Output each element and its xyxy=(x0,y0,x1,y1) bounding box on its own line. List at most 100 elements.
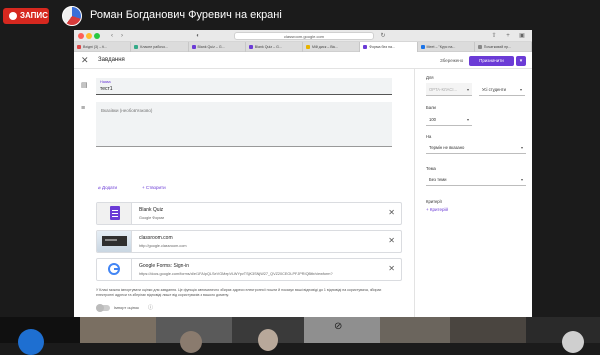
description-icon: ≡ xyxy=(81,105,86,112)
website-preview-icon xyxy=(102,236,127,246)
address-bar[interactable]: classroom.google.com xyxy=(234,32,374,40)
participant-tile[interactable] xyxy=(380,317,450,343)
title-field[interactable]: Назва тест1 xyxy=(96,78,392,95)
remove-attachment-icon[interactable]: ✕ xyxy=(388,208,395,217)
toggle-knob xyxy=(96,304,104,312)
browser-tab[interactable]: Blank Quiz – G... xyxy=(189,42,246,52)
forms-icon xyxy=(363,45,368,49)
students-select[interactable]: Усі студенти ▾ xyxy=(479,83,525,96)
create-label: Створити xyxy=(145,185,166,190)
browser-tab-active[interactable]: Форма без на... xyxy=(360,42,418,52)
remove-attachment-icon[interactable]: ✕ xyxy=(388,264,395,273)
assign-options-button[interactable]: ▾ xyxy=(516,56,526,66)
browser-tab[interactable]: Початковий пр... xyxy=(475,42,532,52)
participant-tile[interactable] xyxy=(232,317,304,351)
class-select-value: OPTA-КЛАСІ... xyxy=(429,87,458,92)
help-icon[interactable]: ⓘ xyxy=(148,304,153,311)
points-select[interactable]: 100 ▾ xyxy=(426,113,472,126)
topic-select[interactable]: Без теми ▾ xyxy=(426,173,526,186)
minimize-window-icon[interactable] xyxy=(86,33,92,39)
mouse-cursor-icon: ➤ xyxy=(197,301,204,310)
description-field[interactable]: Вказівки (необов'язково) xyxy=(96,102,392,147)
presenter-text: Роман Богданович Фуревич на екрані xyxy=(90,9,282,21)
forms-icon xyxy=(110,206,120,220)
participant-tile[interactable]: ⊘ xyxy=(304,317,380,343)
chevron-down-icon: ▾ xyxy=(520,145,523,150)
create-attachment-button[interactable]: + Створити xyxy=(142,185,166,190)
due-label: На xyxy=(426,134,432,139)
page-title: Завдання xyxy=(98,57,125,63)
participant-tile[interactable] xyxy=(80,317,156,343)
import-grades-toggle[interactable] xyxy=(96,304,110,312)
for-label: Для xyxy=(426,75,434,80)
meet-icon xyxy=(420,45,425,49)
points-label: Бали xyxy=(426,105,436,110)
assignment-settings: Для OPTA-КЛАСІ... ▾ Усі студенти ▾ Бали 10… xyxy=(414,69,532,317)
chevron-down-icon: ▾ xyxy=(466,87,469,92)
chevron-down-icon: ▾ xyxy=(520,177,523,182)
participant-tile[interactable] xyxy=(156,317,232,353)
browser-tab[interactable]: Вхідні (3) – ti... xyxy=(74,42,132,52)
title-field-value: тест1 xyxy=(100,86,113,92)
gmail-icon xyxy=(77,45,81,49)
attachment-title: Blank Quiz xyxy=(139,207,164,213)
browser-tab[interactable]: Meet – "Курс на... xyxy=(418,42,475,52)
new-tab-icon[interactable]: + xyxy=(504,32,512,40)
attachment-subtitle: Google Форми xyxy=(139,216,165,220)
attachment-thumbnail xyxy=(97,203,132,224)
attachment-card[interactable]: classroom.com http://google.classroom.co… xyxy=(96,230,402,253)
browser-tab[interactable]: Мій диск – Вік... xyxy=(303,42,361,52)
drive-icon xyxy=(306,45,310,49)
close-window-icon[interactable] xyxy=(78,33,84,39)
avatar xyxy=(562,331,584,353)
record-badge: ЗАПИС xyxy=(3,8,49,24)
tab-strip: Вхідні (3) – ti... Класне рабочо... Blan… xyxy=(74,42,532,52)
topic-select-value: Без теми xyxy=(429,177,447,182)
attachment-card[interactable]: Blank Quiz Google Форми ✕ xyxy=(96,202,402,225)
tab-label: Форма без на... xyxy=(369,45,396,49)
add-criteria-button[interactable]: + Критерій xyxy=(426,207,448,212)
participant-tile[interactable] xyxy=(526,317,600,353)
page-icon xyxy=(477,45,482,49)
address-url: classroom.google.com xyxy=(283,34,325,39)
google-g-icon xyxy=(108,263,120,275)
class-select[interactable]: OPTA-КЛАСІ... ▾ xyxy=(426,83,472,96)
avatar xyxy=(18,329,44,355)
assignment-header: ✕ Завдання Збережено Призначити ▾ xyxy=(74,53,532,69)
attachment-card[interactable]: Google Forms: Sign-in https://docs.googl… xyxy=(96,258,402,281)
forward-icon[interactable]: › xyxy=(118,32,126,40)
browser-tab[interactable]: Класне рабочо... xyxy=(131,42,189,52)
reload-icon[interactable]: ↻ xyxy=(379,32,387,40)
classroom-icon xyxy=(134,45,139,49)
remove-attachment-icon[interactable]: ✕ xyxy=(388,236,395,245)
shield-icon[interactable]: ◐ xyxy=(194,32,202,40)
meeting-top-bar: ЗАПИС Роман Богданович Фуревич на екрані xyxy=(0,0,600,32)
participant-tile[interactable] xyxy=(450,317,526,343)
tab-label: Blank Quiz – G... xyxy=(254,45,282,49)
shared-browser-window: ‹ › ◐ classroom.google.com ↻ ⇧ + ▣ Вхідн… xyxy=(74,30,532,317)
browser-toolbar: ‹ › ◐ classroom.google.com ↻ ⇧ + ▣ xyxy=(74,30,532,42)
maximize-window-icon[interactable] xyxy=(94,33,100,39)
forms-icon xyxy=(248,45,253,49)
tab-label: Meet – "Курс на... xyxy=(426,45,456,49)
due-select-value: Термін не вказано xyxy=(429,145,465,150)
chevron-down-icon: ▾ xyxy=(519,87,522,92)
add-attachment-button[interactable]: ⌀ Додати xyxy=(98,185,117,191)
participant-tile[interactable] xyxy=(0,317,80,355)
due-select[interactable]: Термін не вказано ▾ xyxy=(426,141,526,154)
attachment-subtitle: http://google.classroom.com xyxy=(139,244,187,248)
tab-overview-icon[interactable]: ▣ xyxy=(518,32,526,40)
camera-off-icon: ⊘ xyxy=(334,321,343,332)
description-placeholder: Вказівки (необов'язково) xyxy=(101,108,153,113)
record-label: ЗАПИС xyxy=(20,11,48,20)
close-icon[interactable]: ✕ xyxy=(81,55,89,66)
share-icon[interactable]: ⇧ xyxy=(490,32,498,40)
chevron-down-icon: ▾ xyxy=(466,117,469,122)
avatar xyxy=(258,329,278,351)
back-icon[interactable]: ‹ xyxy=(108,32,116,40)
assignment-form: ▤ Назва тест1 ≡ Вказівки (необов'язково)… xyxy=(74,69,414,317)
assign-button[interactable]: Призначити xyxy=(469,56,514,66)
browser-tab[interactable]: Blank Quiz – G... xyxy=(246,42,303,52)
grade-import-notice: У Класі можна імпортувати оцінки для зав… xyxy=(96,288,382,297)
record-dot-icon xyxy=(9,12,17,20)
